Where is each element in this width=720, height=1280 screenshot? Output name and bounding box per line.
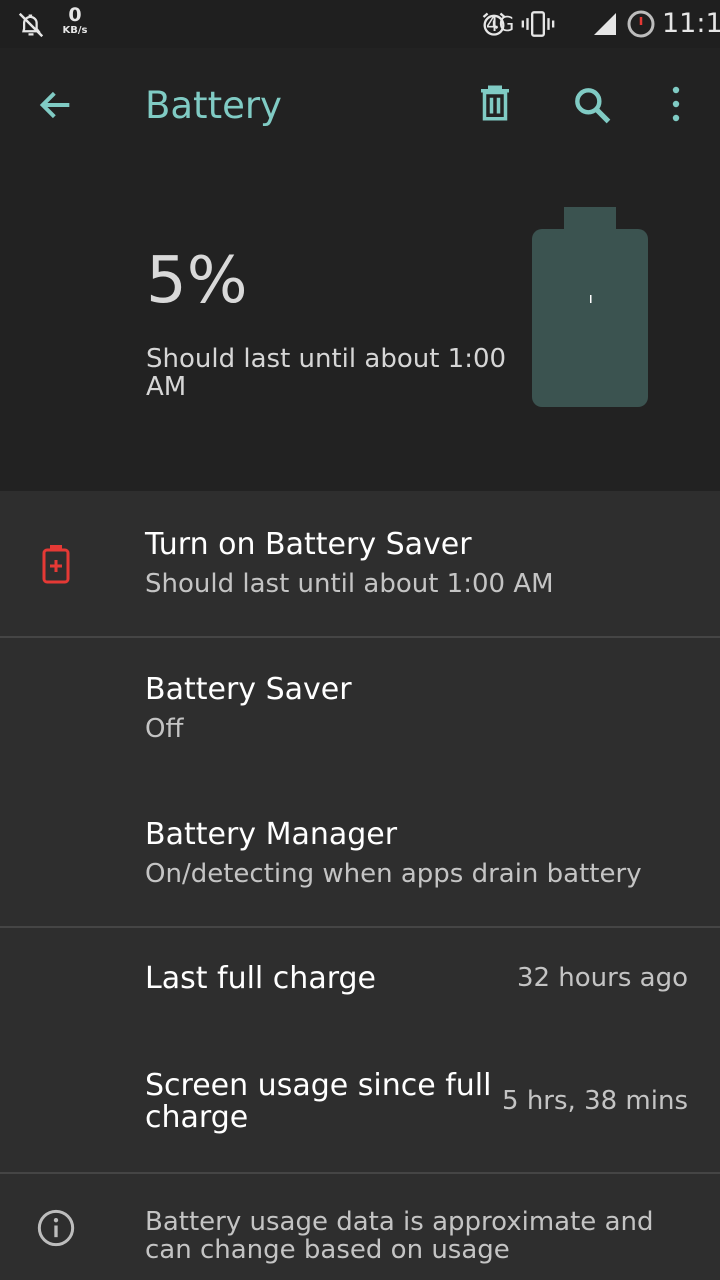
last-full-charge-value: 32 hours ago (516, 963, 688, 993)
battery-manager-row[interactable]: Battery Manager On/detecting when apps d… (0, 783, 720, 926)
battery-manager-title: Battery Manager (145, 817, 398, 852)
net-speed-unit: KB/s (62, 25, 88, 36)
info-icon (37, 1209, 75, 1247)
battery-percentage: 5% (146, 244, 248, 318)
divider (0, 1172, 720, 1174)
battery-alert-icon (627, 10, 655, 38)
notifications-off-icon (18, 12, 44, 38)
back-arrow-icon[interactable] (36, 85, 76, 125)
last-full-charge-row: Last full charge 32 hours ago (0, 928, 720, 1034)
last-full-charge-title: Last full charge (145, 961, 377, 996)
battery-saver-title: Battery Saver (145, 672, 352, 707)
battery-saver-row[interactable]: Battery Saver Off (0, 638, 720, 783)
search-icon[interactable] (570, 83, 614, 127)
network-type: 4G (486, 12, 515, 36)
more-options-icon[interactable] (664, 84, 688, 124)
battery-level-icon (532, 207, 648, 407)
screen-usage-row: Screen usage since full charge 5 hrs, 38… (0, 1034, 720, 1172)
screen-usage-value: 5 hrs, 38 mins (502, 1086, 688, 1116)
battery-estimate: Should last until about 1:00 AM (146, 344, 507, 402)
app-bar: Battery (0, 48, 720, 160)
battery-manager-summary: On/detecting when apps drain battery (145, 859, 642, 889)
signal-icon (594, 13, 616, 35)
battery-header: 5% Should last until about 1:00 AM (0, 160, 720, 491)
battery-saver-summary: Off (145, 714, 184, 744)
status-time: 11:11 (662, 8, 720, 39)
net-speed-value: 0 (68, 4, 82, 26)
battery-saver-action-summary: Should last until about 1:00 AM (145, 569, 554, 599)
delete-icon[interactable] (474, 81, 516, 125)
screen-usage-title: Screen usage since full charge (145, 1068, 492, 1135)
battery-saver-action-row[interactable]: Turn on Battery Saver Should last until … (0, 491, 720, 636)
status-bar: 0 KB/s 4G 11:11 (0, 0, 720, 48)
battery-plus-icon (42, 545, 70, 584)
battery-usage-disclaimer: Battery usage data is approximate and ca… (145, 1207, 654, 1265)
net-speed-indicator: 0 KB/s (60, 6, 90, 36)
vibrate-icon (521, 11, 555, 37)
battery-saver-action-title: Turn on Battery Saver (145, 527, 472, 562)
page-title: Battery (145, 84, 282, 127)
